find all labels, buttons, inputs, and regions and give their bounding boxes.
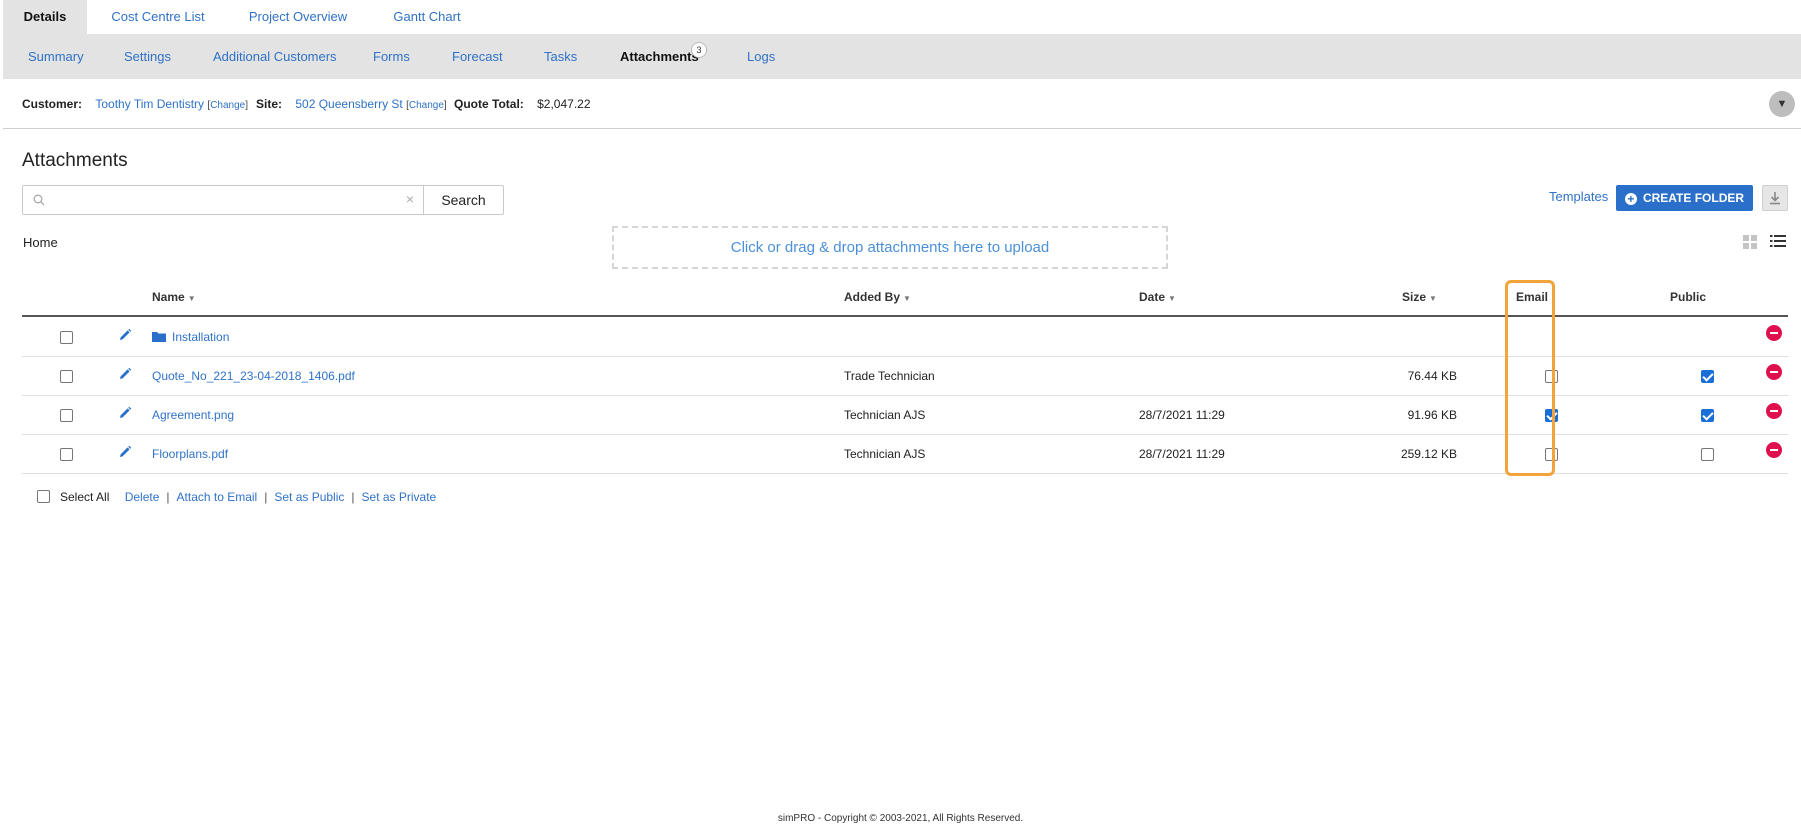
tab-gantt-chart[interactable]: Gantt Chart	[389, 0, 465, 34]
public-checkbox[interactable]	[1701, 370, 1714, 383]
pencil-icon[interactable]	[118, 328, 132, 342]
sub-tabs: Summary Settings Additional Customers Fo…	[3, 34, 1801, 79]
upload-dropzone[interactable]: Click or drag & drop attachments here to…	[612, 226, 1168, 269]
size-cell: 91.96 KB	[1407, 408, 1457, 422]
added-by-cell: Technician AJS	[844, 408, 926, 422]
column-public: Public	[1670, 290, 1707, 304]
breadcrumb-home[interactable]: Home	[23, 235, 58, 250]
pencil-icon[interactable]	[118, 367, 132, 381]
tab-details[interactable]: Details	[3, 0, 87, 34]
public-checkbox[interactable]	[1701, 409, 1714, 422]
email-checkbox[interactable]	[1545, 370, 1558, 383]
bulk-actions: Select All Delete | Attach to Email | Set as…	[37, 487, 436, 507]
job-info-bar: Customer: Toothy Tim Dentistry [Change] …	[3, 79, 1801, 129]
size-cell: 76.44 KB	[1407, 369, 1457, 383]
site-change-link[interactable]: Change	[409, 100, 444, 111]
download-button[interactable]	[1762, 185, 1788, 211]
date-cell: 28/7/2021 11:29	[1139, 408, 1225, 422]
select-all-checkbox[interactable]	[37, 490, 50, 503]
set-public-link[interactable]: Set as Public	[274, 490, 344, 504]
attachments-count-badge: 3	[691, 42, 707, 58]
clear-icon[interactable]: ×	[406, 191, 414, 207]
column-size[interactable]: Size ▼	[1402, 277, 1437, 317]
search-icon	[33, 194, 45, 206]
create-folder-button[interactable]: + CREATE FOLDER	[1616, 185, 1753, 211]
remove-icon[interactable]	[1766, 442, 1782, 458]
pencil-icon[interactable]	[118, 406, 132, 420]
list-view-icon[interactable]	[1770, 234, 1786, 248]
row-select-checkbox[interactable]	[60, 331, 73, 344]
templates-link[interactable]: Templates	[1549, 189, 1608, 204]
added-by-cell: Trade Technician	[844, 369, 935, 383]
tab-project-overview[interactable]: Project Overview	[246, 0, 350, 34]
customer-change: [Change]	[207, 100, 248, 111]
email-checkbox[interactable]	[1545, 448, 1558, 461]
remove-icon[interactable]	[1766, 403, 1782, 419]
search-input[interactable]	[49, 187, 399, 213]
quote-total-label: Quote Total:	[454, 97, 524, 111]
table-row: Installation	[22, 318, 1788, 357]
row-select-checkbox[interactable]	[60, 409, 73, 422]
site-link[interactable]: 502 Queensberry St	[295, 97, 402, 111]
customer-change-link[interactable]: Change	[210, 100, 245, 111]
column-added-by[interactable]: Added By ▼	[844, 277, 911, 317]
search-box: ×	[22, 185, 424, 215]
added-by-cell: Technician AJS	[844, 447, 926, 461]
set-private-link[interactable]: Set as Private	[362, 490, 437, 504]
tab-settings[interactable]: Settings	[124, 34, 171, 79]
create-folder-label: CREATE FOLDER	[1642, 191, 1745, 205]
column-email: Email	[1516, 290, 1549, 304]
size-cell: 259.12 KB	[1400, 447, 1457, 461]
search-button[interactable]: Search	[423, 185, 504, 215]
table-header: Name ▼ Added By ▼ Date ▼ Size ▼ Email Public	[22, 277, 1788, 317]
table-row: Floorplans.pdf Technician AJS 28/7/2021 …	[22, 435, 1788, 474]
tab-forms[interactable]: Forms	[373, 34, 410, 79]
customer-label: Customer:	[22, 97, 83, 111]
remove-icon[interactable]	[1766, 325, 1782, 341]
chevron-down-icon[interactable]: ▼	[1769, 91, 1795, 117]
quote-total-value: $2,047.22	[537, 97, 591, 111]
public-checkbox[interactable]	[1701, 448, 1714, 461]
customer-link[interactable]: Toothy Tim Dentistry	[95, 97, 204, 111]
tab-summary[interactable]: Summary	[28, 34, 84, 79]
table-row: Agreement.png Technician AJS 28/7/2021 1…	[22, 396, 1788, 435]
tab-additional-customers[interactable]: Additional Customers	[213, 34, 337, 79]
site-change: [Change]	[406, 100, 447, 111]
tab-cost-centre-list[interactable]: Cost Centre List	[108, 0, 208, 34]
column-date[interactable]: Date ▼	[1139, 277, 1176, 317]
tab-attachments[interactable]: Attachments	[620, 34, 699, 79]
select-all-label: Select All	[60, 490, 110, 504]
row-select-checkbox[interactable]	[60, 370, 73, 383]
attach-to-email-link[interactable]: Attach to Email	[177, 490, 258, 504]
row-select-checkbox[interactable]	[60, 448, 73, 461]
file-name-link[interactable]: Installation	[172, 330, 229, 344]
footer-copyright: simPRO - Copyright © 2003-2021, All Righ…	[777, 813, 1024, 824]
site-label: Site:	[256, 97, 283, 111]
folder-icon	[152, 332, 166, 342]
download-icon	[1770, 192, 1780, 205]
tab-tasks[interactable]: Tasks	[544, 34, 577, 79]
file-name-link[interactable]: Quote_No_221_23-04-2018_1406.pdf	[152, 369, 355, 383]
pencil-icon[interactable]	[118, 445, 132, 459]
page-title: Attachments	[22, 150, 128, 171]
date-cell: 28/7/2021 11:29	[1139, 447, 1225, 461]
file-name-link[interactable]: Floorplans.pdf	[152, 447, 228, 461]
file-name-link[interactable]: Agreement.png	[152, 408, 234, 422]
top-tabs: Details Cost Centre List Project Overvie…	[0, 0, 1801, 34]
plus-icon: +	[1624, 193, 1637, 205]
table-row: Quote_No_221_23-04-2018_1406.pdf Trade T…	[22, 357, 1788, 396]
grid-view-icon[interactable]	[1743, 235, 1757, 249]
email-checkbox[interactable]	[1545, 409, 1558, 422]
tab-logs[interactable]: Logs	[747, 34, 775, 79]
bulk-delete-link[interactable]: Delete	[125, 490, 160, 504]
remove-icon[interactable]	[1766, 364, 1782, 380]
column-name[interactable]: Name ▼	[152, 277, 196, 317]
tab-forecast[interactable]: Forecast	[452, 34, 503, 79]
